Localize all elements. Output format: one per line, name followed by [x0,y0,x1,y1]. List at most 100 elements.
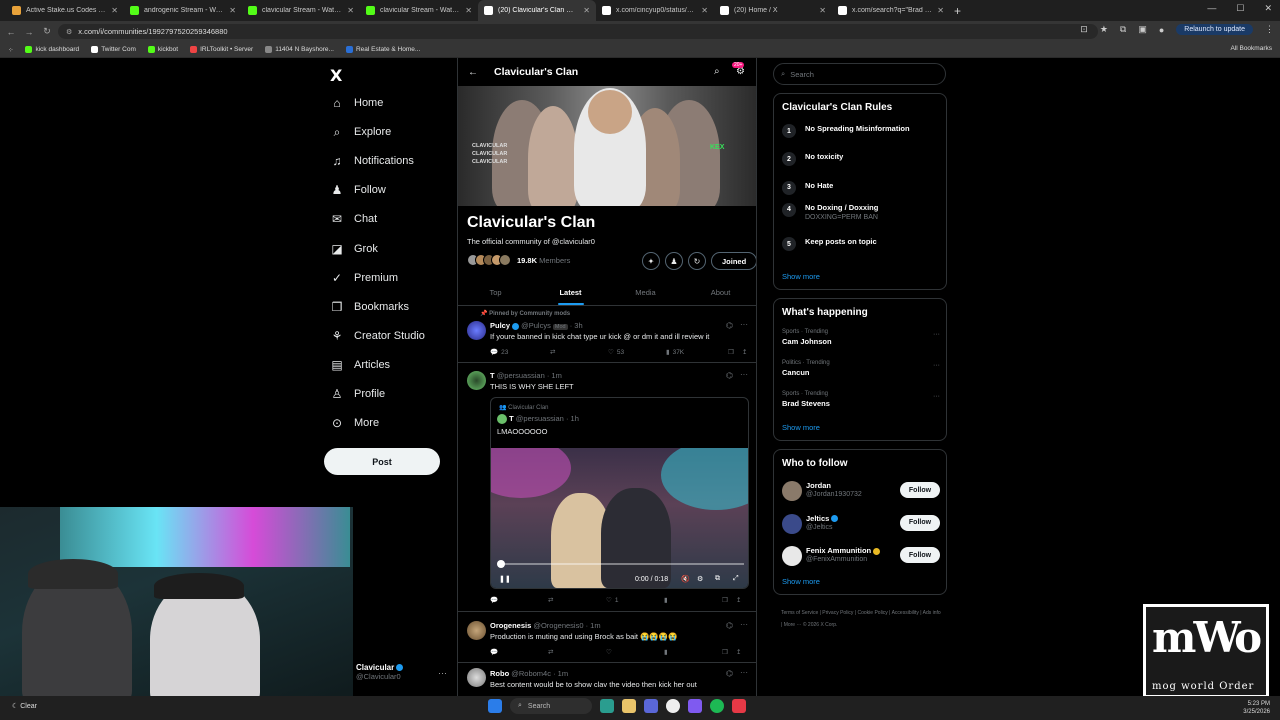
trend-item[interactable]: Politics · Trending Cancun ··· [782,360,940,377]
share-icon[interactable]: ↻ [688,252,706,270]
post-time[interactable]: · 3h [570,321,583,330]
avatar[interactable] [782,481,802,501]
close-icon[interactable]: ✕ [1264,3,1272,14]
share-icon[interactable]: ↥ [736,648,741,656]
like-button[interactable]: ♡ 1 [606,596,664,605]
wtf-show-more[interactable]: Show more [782,577,820,586]
video-player[interactable]: ❚❚ 0:00 / 0:18 🔇 ⚙ ⧉ ⤢ [491,448,748,588]
avatar[interactable] [467,321,486,340]
follow-suggestion[interactable]: Jordan @Jordan1930732 Follow [782,480,942,504]
follow-button[interactable]: Follow [900,482,940,498]
avatar[interactable] [467,621,486,640]
nav-item-explore[interactable]: ⌕ Explore [330,125,392,139]
reply-button[interactable]: 💬 [490,648,548,656]
reload-icon[interactable]: ↻ [40,26,54,37]
avatar[interactable] [467,668,486,687]
trend-item[interactable]: Sports · Trending Cam Johnson ··· [782,329,940,346]
quoted-post[interactable]: 👥 Clavicular Clan T @persuassian · 1h LM… [490,397,749,589]
share-icon[interactable]: ↥ [736,596,741,604]
app-icon[interactable] [600,699,614,713]
sidepanel-icon[interactable]: ▣ [1138,24,1147,35]
system-clock[interactable]: 5:23 PM 3/25/2026 [1243,700,1270,716]
maximize-icon[interactable]: ☐ [1236,3,1244,14]
post[interactable]: Robo @Robom4c · 1m ⌬ ··· Best content wo… [458,664,756,696]
grok-icon[interactable]: ⌬ [726,621,733,630]
browser-tab[interactable]: x.com/search?q="Brad Stevens ✕ [832,0,950,21]
like-button[interactable]: ♡ [606,648,664,656]
bookmark-item[interactable]: Twitter Com [91,46,136,53]
tab-media[interactable]: Media [608,280,683,305]
author-handle[interactable]: @Pulcys [521,321,551,330]
invite-icon[interactable]: ♟ [665,252,683,270]
author-name[interactable]: T [490,371,495,380]
all-bookmarks-button[interactable]: All Bookmarks [1230,45,1272,52]
tab-close-icon[interactable]: ✕ [111,6,118,15]
app-icon[interactable] [732,699,746,713]
nav-item-grok[interactable]: ◪ Grok [330,242,378,256]
more-icon[interactable]: ··· [740,320,748,329]
site-info-icon[interactable]: ⚙ [66,28,72,36]
fullscreen-icon[interactable]: ⤢ [733,575,739,583]
account-more-icon[interactable]: ··· [438,668,447,678]
extension-icon[interactable]: ⧉ [1120,24,1126,35]
trend-item[interactable]: Sports · Trending Brad Stevens ··· [782,391,940,408]
follow-suggestion[interactable]: Fenix Ammunition @FenixAmmunition Follow [782,545,942,569]
star-icon[interactable]: ★ [1100,24,1108,35]
profile-avatar[interactable]: ● [1159,25,1164,35]
tab-close-icon[interactable]: ✕ [701,6,708,15]
rules-show-more[interactable]: Show more [782,272,820,281]
nav-item-follow[interactable]: ♟ Follow [330,183,386,197]
account-switcher[interactable]: Clavicular @Clavicular0 [356,663,404,681]
post-button[interactable]: Post [324,448,440,475]
bookmark-item[interactable]: kick dashboard [25,46,79,53]
browser-tab[interactable]: Active Stake.us Codes (Updated ✕ [6,0,124,21]
mute-icon[interactable]: 🔇 [681,575,690,583]
grok-icon[interactable]: ⌬ [726,321,733,330]
post[interactable]: Orogenesis @Orogenesis0 · 1m ⌬ ··· Produ… [458,613,756,663]
tab-latest[interactable]: Latest [533,280,608,305]
bookmark-item[interactable]: 11404 N Bayshore... [265,46,334,53]
browser-tab[interactable]: clavicular Stream - Watch Live ✕ [360,0,478,21]
follow-button[interactable]: Follow [900,514,940,531]
more-icon[interactable]: ··· [740,668,748,677]
tab-close-icon[interactable]: ✕ [347,6,354,15]
bookmark-item[interactable]: kickbot [147,46,178,53]
joined-button[interactable]: Joined [711,252,756,270]
nav-item-chat[interactable]: ✉ Chat [330,212,377,226]
browser-tab[interactable]: (20) Home / X ✕ [714,0,832,21]
tab-close-icon[interactable]: ✕ [819,6,826,15]
author-handle[interactable]: @persuassian [497,371,545,380]
grok-icon[interactable]: ⌬ [726,669,733,678]
nav-item-notifications[interactable]: ♫ Notifications [330,154,414,168]
apps-grid-icon[interactable]: ⁘ [8,46,13,54]
chrome-icon[interactable] [666,699,680,713]
browser-tab[interactable]: clavicular Stream - Watch Live ✕ [242,0,360,21]
avatar[interactable] [467,371,486,390]
nav-item-articles[interactable]: ▤ Articles [330,358,390,372]
members-row[interactable]: 19.8K Members [467,254,570,266]
search-input[interactable]: ⌕ Search [773,63,946,85]
search-icon[interactable]: ⌕ [714,66,720,77]
video-scrubber[interactable] [497,560,505,568]
repost-button[interactable]: ⇄ [548,596,606,604]
weather-widget[interactable]: ☾ Clear [12,702,37,710]
folder-icon[interactable] [622,699,636,713]
app-icon[interactable] [644,699,658,713]
nav-item-creator-studio[interactable]: ⚘ Creator Studio [330,329,425,343]
browser-tab[interactable]: x.com/cincyup0/status/203868 ✕ [596,0,714,21]
follow-button[interactable]: Follow [900,547,940,563]
url-input[interactable]: ⚙ x.com/i/communities/199279752025934688… [58,24,1098,39]
views-button[interactable]: ▮ 37K [666,348,728,357]
tab-top[interactable]: Top [458,280,533,305]
nav-item-bookmarks[interactable]: ❒ Bookmarks [330,300,409,314]
new-tab-icon[interactable]: + [954,4,961,18]
post[interactable]: T @persuassian · 1m ⌬ ··· THIS IS WHY SH… [458,364,756,612]
bookmark-icon[interactable]: ❒ [728,348,742,356]
pin-icon[interactable]: ✦ [642,252,660,270]
more-icon[interactable]: ··· [740,370,748,379]
pip-icon[interactable]: ⧉ [715,575,720,583]
back-arrow-icon[interactable]: ← [4,27,18,37]
footer-links[interactable]: Terms of Service | Privacy Policy | Cook… [781,607,941,631]
tab-about[interactable]: About [683,280,756,305]
repost-button[interactable]: ⇄ [548,648,606,656]
